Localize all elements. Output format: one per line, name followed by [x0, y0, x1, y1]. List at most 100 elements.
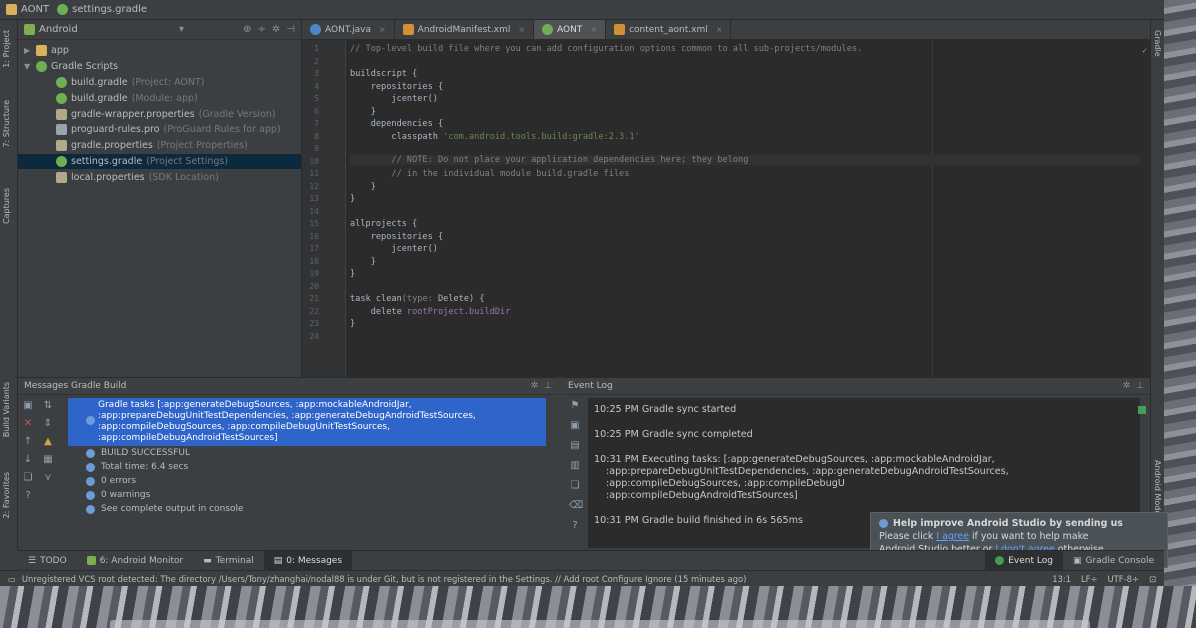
- copy-icon[interactable]: ❏: [22, 472, 34, 484]
- tab-aont-java[interactable]: AONT.java ×: [302, 20, 395, 39]
- hide-icon[interactable]: ⊥: [1136, 381, 1144, 391]
- gradle-icon: [36, 61, 47, 73]
- gear-icon[interactable]: ✲: [272, 24, 280, 35]
- code-line: }: [350, 319, 356, 329]
- breadcrumb-file[interactable]: settings.gradle: [57, 4, 147, 15]
- log-entry: 10:25 PM Gradle sync started: [594, 404, 1134, 416]
- tab-messages[interactable]: ▤ 0: Messages: [263, 551, 353, 570]
- tree-item-label: build.gradle: [71, 76, 128, 88]
- log-entry: 10:25 PM Gradle sync completed: [594, 429, 1134, 441]
- tree-item-gradle-properties[interactable]: gradle.properties (Project Properties): [18, 138, 301, 154]
- messages-tool-window: Messages Gradle Build ✲ ⊥ ▣ ⇅ ✕ ⇕ ↑ ▲ ↓ …: [18, 377, 558, 550]
- log-time: 10:31 PM: [594, 515, 639, 526]
- log-time: 10:25 PM: [594, 429, 639, 440]
- tree-item-build-gradle-app[interactable]: build.gradle (Module: app): [18, 90, 301, 106]
- gear-icon[interactable]: ✲: [531, 381, 539, 391]
- tree-item-gradle-wrapper[interactable]: gradle-wrapper.properties (Gradle Versio…: [18, 106, 301, 122]
- message-row[interactable]: BUILD SUCCESSFUL: [68, 446, 546, 460]
- tab-android-monitor[interactable]: 6: Android Monitor: [77, 551, 194, 570]
- lock-icon[interactable]: ⊡: [1149, 574, 1156, 584]
- mark-read-icon[interactable]: ▣: [569, 420, 581, 432]
- filter-icon[interactable]: ⋎: [42, 472, 54, 484]
- tab-todo[interactable]: ☰ TODO: [18, 551, 77, 570]
- tree-item-label: build.gradle: [71, 92, 128, 104]
- sync-icon[interactable]: ⊕: [243, 24, 251, 35]
- export-icon[interactable]: ▦: [42, 454, 54, 466]
- line-number: 20: [309, 281, 319, 291]
- info-icon: [86, 504, 95, 514]
- breadcrumb-project[interactable]: AONT: [6, 4, 49, 15]
- properties-icon: [56, 140, 67, 152]
- hide-icon[interactable]: ⊥: [544, 381, 552, 391]
- breadcrumb-project-label: AONT: [21, 4, 50, 15]
- close-icon[interactable]: ×: [716, 25, 723, 34]
- scroll-end-icon[interactable]: ▤: [569, 440, 581, 452]
- inspection-ok-icon: ✓: [1142, 46, 1147, 55]
- close-icon[interactable]: ×: [518, 25, 525, 34]
- todo-icon: ☰: [28, 555, 37, 566]
- settings-icon[interactable]: ⚑: [569, 400, 581, 412]
- tab-gradle-console[interactable]: ▣ Gradle Console: [1063, 551, 1164, 570]
- caret-position[interactable]: 13:1: [1052, 574, 1071, 584]
- clear-icon[interactable]: ❏: [569, 480, 581, 492]
- tab-project[interactable]: 1: Project: [2, 30, 11, 68]
- down-icon[interactable]: ↓: [22, 454, 34, 466]
- messages-header: Messages Gradle Build ✲ ⊥: [18, 378, 558, 395]
- message-row[interactable]: 0 errors: [68, 474, 546, 488]
- warning-icon[interactable]: ▲: [42, 436, 54, 448]
- tree-item-proguard-rules[interactable]: proguard-rules.pro (ProGuard Rules for a…: [18, 122, 301, 138]
- tree-item-app[interactable]: ▶ app: [18, 43, 301, 59]
- tree-item-gradle-scripts[interactable]: ▼ Gradle Scripts: [18, 59, 301, 75]
- status-message[interactable]: Unregistered VCS root detected: The dire…: [22, 574, 746, 584]
- message-row[interactable]: 0 warnings: [68, 488, 546, 502]
- message-selected[interactable]: Gradle tasks [:app:generateDebugSources,…: [68, 398, 546, 446]
- project-view-selector[interactable]: Android ▾: [24, 24, 184, 35]
- agree-link[interactable]: I agree: [936, 531, 969, 542]
- stop-icon[interactable]: ✕: [22, 418, 34, 430]
- message-row[interactable]: See complete output in console: [68, 502, 546, 516]
- android-icon: [24, 24, 35, 35]
- tree-item-hint: (Project: AONT): [131, 76, 205, 88]
- line-separator[interactable]: LF÷: [1081, 574, 1098, 584]
- gradle-icon: [57, 4, 69, 15]
- tree-item-build-gradle-project[interactable]: build.gradle (Project: AONT): [18, 75, 301, 91]
- tab-terminal[interactable]: ▬ Terminal: [193, 551, 264, 570]
- tab-android-manifest[interactable]: AndroidManifest.xml ×: [395, 20, 535, 39]
- collapse-icon[interactable]: ÷: [258, 24, 266, 35]
- info-icon: [86, 448, 95, 458]
- close-icon[interactable]: ×: [590, 25, 597, 34]
- navigation-bar: AONT settings.gradle: [0, 0, 1164, 20]
- line-number: 9: [314, 144, 319, 153]
- tab-captures[interactable]: Captures: [2, 188, 11, 224]
- tab-favorites[interactable]: 2: Favorites: [2, 472, 11, 518]
- soft-wrap-icon[interactable]: ▥: [569, 460, 581, 472]
- log-text: :app:compileDebugSources, :app:compileDe…: [606, 478, 845, 489]
- next-icon[interactable]: ⇕: [42, 418, 54, 430]
- tree-item-settings-gradle[interactable]: settings.gradle (Project Settings): [18, 153, 301, 170]
- hide-icon[interactable]: ⊣: [286, 24, 295, 35]
- message-row[interactable]: Total time: 6.4 secs: [68, 460, 546, 474]
- tree-item-local-properties[interactable]: local.properties (SDK Location): [18, 169, 301, 185]
- trash-icon[interactable]: ⌫: [569, 500, 583, 512]
- rerun-icon[interactable]: ▣: [22, 400, 34, 412]
- tab-label: AndroidManifest.xml: [417, 24, 511, 35]
- balloon-title: Help improve Android Studio by sending u…: [879, 517, 1159, 530]
- tab-label: Event Log: [1008, 555, 1053, 566]
- sort-icon[interactable]: ⇅: [42, 400, 54, 412]
- tab-aont-gradle[interactable]: AONT ×: [534, 20, 607, 39]
- line-number: 6: [314, 106, 319, 116]
- help-icon[interactable]: ?: [569, 520, 581, 532]
- tab-event-log[interactable]: Event Log: [985, 551, 1063, 570]
- code-editor[interactable]: 1 2 3 4 5 6 7 8 9 10 11 12 13 14 15 16 1…: [302, 40, 1150, 377]
- tab-structure[interactable]: 7: Structure: [2, 100, 11, 148]
- help-icon[interactable]: ?: [22, 490, 34, 502]
- tab-build-variants[interactable]: Build Variants: [2, 382, 11, 437]
- previous-icon[interactable]: ↑: [22, 436, 34, 448]
- gear-icon[interactable]: ✲: [1123, 381, 1131, 391]
- java-class-icon: [310, 24, 321, 35]
- close-icon[interactable]: ×: [379, 25, 386, 34]
- tab-gradle[interactable]: Gradle: [1153, 30, 1162, 57]
- tab-android-model[interactable]: Android Model: [1153, 460, 1162, 518]
- file-encoding[interactable]: UTF-8÷: [1108, 574, 1139, 584]
- tab-content-aont-xml[interactable]: content_aont.xml ×: [606, 20, 732, 39]
